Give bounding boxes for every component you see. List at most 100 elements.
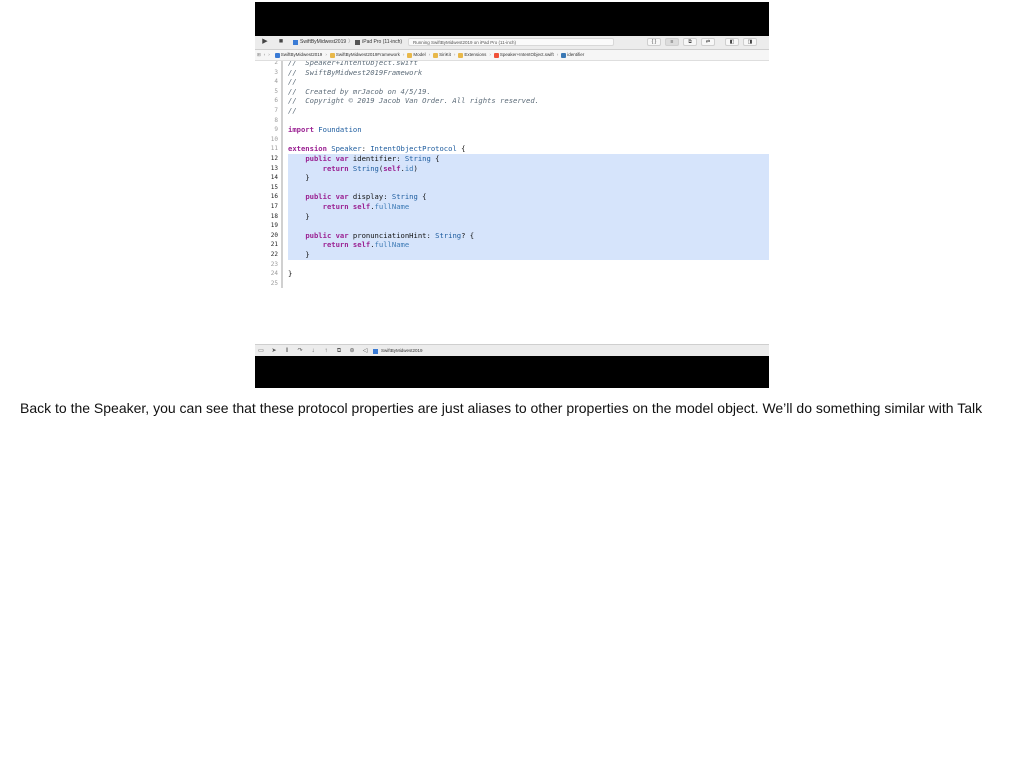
code-text: // Speaker+IntentObject.swift [288,61,418,67]
jumpbar-label: Model [413,52,426,57]
jumpbar-label: identifier [567,52,585,57]
jumpbar-item[interactable]: Model [407,50,426,60]
code-line[interactable]: 22 } [255,250,769,260]
code-text: // [288,106,297,115]
code-text: // SwiftByMidwest2019Framework [288,67,423,77]
code-line[interactable]: 15 [255,182,769,193]
back-arrow-icon[interactable]: ‹ [264,50,266,60]
code-line[interactable]: 13 return String(self.id) [255,163,769,174]
jumpbar-item[interactable]: SwiftByMidwest2019 [274,50,323,60]
line-number: 17 [270,203,278,210]
folder-icon [458,52,464,58]
step-out-icon[interactable]: ↑ [323,348,329,354]
location-icon[interactable]: ◁ [362,348,368,354]
selection-highlight [288,173,769,183]
debug-bar: ▭ ➤ ‖ ↷ ↓ ↑ ⧉ ⊛ ◁ SwiftByMidwest2019 [255,344,769,356]
related-items-icon[interactable]: ⊞ [257,50,261,60]
folder-icon [407,52,413,58]
code-line[interactable]: 20 public var pronunciationHint: String?… [255,230,769,241]
code-line[interactable]: 10 [255,134,769,145]
jumpbar-item[interactable]: SwiftByMidwest2019Framework [329,50,400,60]
code-line[interactable]: 5 // Created by mrJacob on 4/5/19. [255,86,769,97]
line-number: 10 [270,135,278,143]
code-line[interactable]: 17 return self.fullName [255,202,769,212]
jumpbar-item[interactable]: identifier [561,50,584,60]
code-line[interactable]: 23 [255,259,769,270]
activity-status: Running SwiftByMidwest2019 on iPad Pro (… [408,38,614,46]
code-text: public var pronunciationHint: String? { [305,230,475,240]
version-editor-icon[interactable]: ⇄ [701,38,715,46]
code-line[interactable]: 21 return self.fullName [255,240,769,250]
change-marker [281,106,283,116]
change-marker [281,202,283,212]
change-marker [281,163,283,174]
code-text: } [288,211,310,221]
change-marker [281,230,283,241]
chevron-right-icon: › [428,52,431,57]
code-line[interactable]: 14 } [255,173,769,183]
property-icon [561,52,567,58]
step-over-icon[interactable]: ↷ [297,348,303,354]
code-line[interactable]: 18 } [255,211,769,222]
code-editor[interactable]: 2 // Speaker+IntentObject.swift 3 // SwiftB… [255,61,769,344]
change-marker [281,115,283,126]
jumpbar-item[interactable]: Extensions [458,50,486,60]
stop-icon[interactable]: ■ [277,38,285,46]
jumpbar-label: Extensions [464,52,487,57]
jumpbar-label: SwiftByMidwest2019 [280,52,323,57]
code-line[interactable]: 7 // [255,106,769,116]
change-marker [281,144,283,154]
line-number: 2 [274,61,278,66]
view-hierarchy-icon[interactable]: ⧉ [336,348,342,354]
standard-editor-icon[interactable]: ≡ [665,38,679,46]
memory-graph-icon[interactable]: ⊛ [349,348,355,354]
scheme-selector[interactable]: SwiftByMidwest2019 〉 iPad Pro (11-inch) [293,38,402,47]
code-text: public var identifier: String { [305,154,440,163]
code-line[interactable]: 16 public var display: String { [255,192,769,202]
change-marker [281,61,283,68]
line-number: 11 [270,145,278,153]
line-number: 18 [270,212,278,220]
code-line[interactable]: 19 [255,221,769,231]
inspector-toggle-icon[interactable]: ◨ [743,38,757,46]
change-marker [281,125,283,135]
code-line[interactable]: 24} [255,269,769,279]
forward-arrow-icon[interactable]: › [268,50,270,60]
code-line[interactable]: 6 // Copyright © 2019 Jacob Van Order. Al… [255,96,769,106]
navigator-toggle-icon[interactable]: ◧ [725,38,739,46]
hide-debug-area-icon[interactable]: ▭ [258,348,264,354]
library-icon[interactable]: { } [647,38,661,46]
line-number: 8 [274,116,278,124]
breakpoints-icon[interactable]: ➤ [271,348,277,354]
code-line[interactable]: 12 public var identifier: String { [255,154,769,164]
line-number: 6 [274,97,278,105]
code-line[interactable]: 3 // SwiftByMidwest2019Framework [255,67,769,78]
pause-icon[interactable]: ‖ [284,348,290,354]
code-line[interactable]: 2 // Speaker+IntentObject.swift [255,61,769,68]
line-number: 13 [270,164,278,172]
jumpbar-label: SwiftByMidwest2019Framework [335,52,400,57]
code-line[interactable]: 25 [255,278,769,289]
chevron-right-icon: › [556,52,559,57]
change-marker [281,192,283,202]
change-marker [281,182,283,193]
assistant-editor-icon[interactable]: ⧉ [683,38,697,46]
code-line[interactable]: 9 import Foundation [255,125,769,135]
change-marker [281,67,283,78]
jumpbar-label: Speaker+IntentObject.swift [499,52,554,57]
play-icon[interactable]: ▶ [261,38,269,46]
jumpbar-item[interactable]: SiriKit [433,50,451,60]
code-text: return self.fullName [322,240,410,250]
code-line[interactable]: 11 extension Speaker: IntentObjectProtoco… [255,144,769,154]
line-number: 3 [274,68,278,76]
chevron-right-icon: 〉 [348,39,354,45]
code-line[interactable]: 8 [255,115,769,126]
code-line[interactable]: 4 // [255,77,769,87]
selection-highlight [288,211,769,222]
line-number: 12 [270,155,278,162]
step-in-icon[interactable]: ↓ [310,348,316,354]
jumpbar-item[interactable]: Speaker+IntentObject.swift [493,50,554,60]
change-marker [281,211,283,222]
line-number: 20 [270,231,278,239]
jumpbar-label: SiriKit [439,52,451,57]
